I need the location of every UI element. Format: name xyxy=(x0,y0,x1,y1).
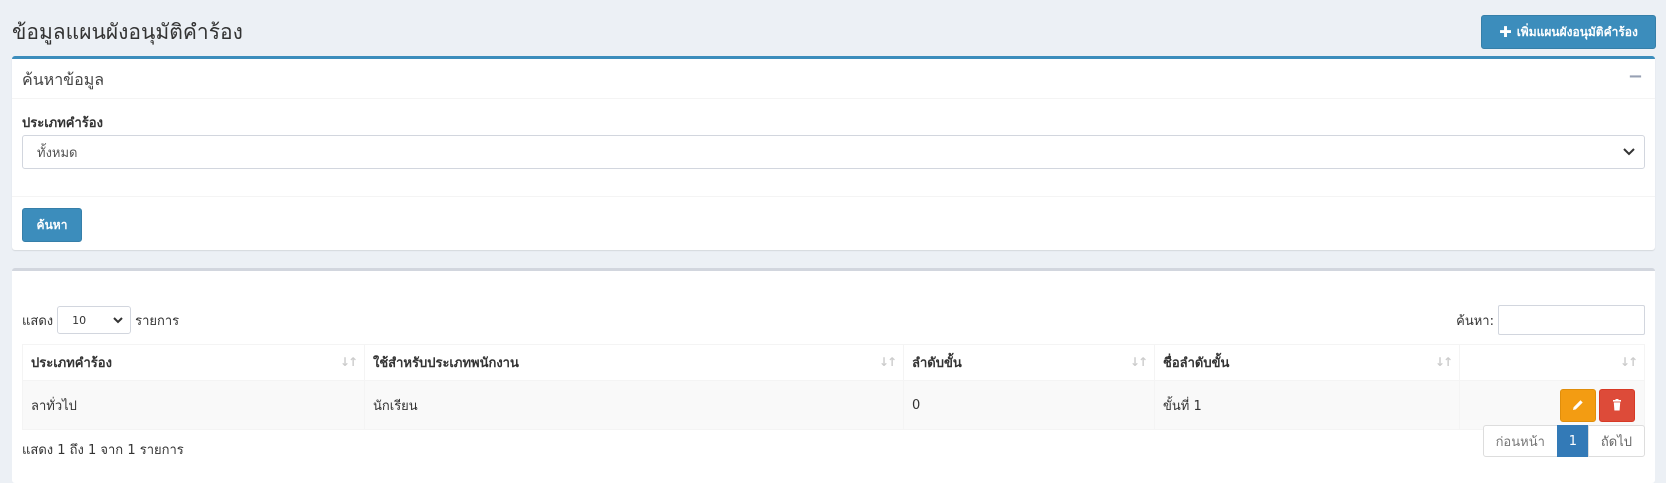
search-box: ค้นหาข้อมูล − ประเภทคำร้อง ทั้งหมด ค้นหา xyxy=(12,56,1655,250)
delete-button[interactable] xyxy=(1599,388,1635,422)
divider xyxy=(12,196,1655,197)
edit-button[interactable] xyxy=(1560,388,1596,422)
cell-request-type: ลาทั่วไป xyxy=(22,380,365,430)
pagination-page[interactable]: 1 xyxy=(1556,425,1589,457)
pencil-icon xyxy=(1573,400,1583,410)
collapse-minus-icon[interactable]: − xyxy=(1628,66,1643,87)
page-length-select[interactable]: 10 xyxy=(57,306,132,334)
pagination-previous[interactable]: ก่อนหน้า xyxy=(1482,425,1558,457)
sort-icon: ↓↑ xyxy=(1434,355,1453,369)
chevron-down-icon xyxy=(113,317,123,324)
request-type-select[interactable]: ทั้งหมด xyxy=(22,135,1645,169)
add-button-label: เพิ่มแผนผังอนุมัติคำร้อง xyxy=(1516,24,1638,39)
show-prefix-label: แสดง xyxy=(22,313,54,329)
request-type-label: ประเภทคำร้อง xyxy=(22,116,103,131)
column-header-employee-type[interactable]: ใช้สำหรับประเภทพนักงาน ↓↑ xyxy=(364,344,904,381)
table-search-input[interactable] xyxy=(1498,305,1645,335)
page-length-value: 10 xyxy=(72,313,87,327)
page-length-control: แสดง 10 รายการ xyxy=(22,306,179,334)
pagination-next[interactable]: ถัดไป xyxy=(1587,425,1645,457)
table-filter: ค้นหา: xyxy=(1456,305,1645,335)
cell-step: 0 xyxy=(903,380,1155,430)
trash-icon xyxy=(1613,399,1621,411)
search-box-title: ค้นหาข้อมูล xyxy=(22,70,105,89)
column-header-label: ชื่อลำดับขั้น xyxy=(1163,356,1230,371)
column-header-label: ใช้สำหรับประเภทพนักงาน xyxy=(373,356,519,371)
table-header-row: ประเภทคำร้อง ↓↑ ใช้สำหรับประเภทพนักงาน ↓… xyxy=(22,344,1645,381)
cell-step-name: ขั้นที่ 1 xyxy=(1154,380,1460,430)
cell-employee-type: นักเรียน xyxy=(364,380,904,430)
column-header-request-type[interactable]: ประเภทคำร้อง ↓↑ xyxy=(22,344,365,381)
chevron-down-icon xyxy=(1623,148,1635,156)
show-suffix-label: รายการ xyxy=(135,313,180,329)
filter-label: ค้นหา: xyxy=(1456,313,1494,329)
search-button[interactable]: ค้นหา xyxy=(22,208,82,242)
search-box-header: ค้นหาข้อมูล − xyxy=(12,59,1655,99)
sort-icon: ↓↑ xyxy=(339,355,358,369)
add-approval-chart-button[interactable]: ✚ เพิ่มแผนผังอนุมัติคำร้อง xyxy=(1481,15,1656,49)
plus-icon: ✚ xyxy=(1499,22,1512,41)
sort-icon: ↓↑ xyxy=(1129,355,1148,369)
table-row: ลาทั่วไป นักเรียน 0 ขั้นที่ 1 xyxy=(22,380,1645,430)
results-box: แสดง 10 รายการ ค้นหา: ประเภทคำร้อง ↓↑ ใช… xyxy=(12,268,1655,483)
table-info: แสดง 1 ถึง 1 จาก 1 รายการ xyxy=(22,443,184,458)
page-title: ข้อมูลแผนผังอนุมัติคำร้อง xyxy=(12,20,243,44)
data-table: ประเภทคำร้อง ↓↑ ใช้สำหรับประเภทพนักงาน ↓… xyxy=(22,344,1645,430)
column-header-actions[interactable]: ↓↑ xyxy=(1459,344,1645,381)
column-header-step-name[interactable]: ชื่อลำดับขั้น ↓↑ xyxy=(1154,344,1460,381)
sort-icon: ↓↑ xyxy=(1619,355,1638,369)
pagination: ก่อนหน้า 1 ถัดไป xyxy=(1482,425,1645,457)
request-type-selected-value: ทั้งหมด xyxy=(37,145,78,161)
column-header-label: ประเภทคำร้อง xyxy=(31,356,112,371)
column-header-step[interactable]: ลำดับขั้น ↓↑ xyxy=(903,344,1155,381)
column-header-label: ลำดับขั้น xyxy=(912,356,962,371)
cell-actions xyxy=(1459,380,1645,430)
sort-icon: ↓↑ xyxy=(878,355,897,369)
